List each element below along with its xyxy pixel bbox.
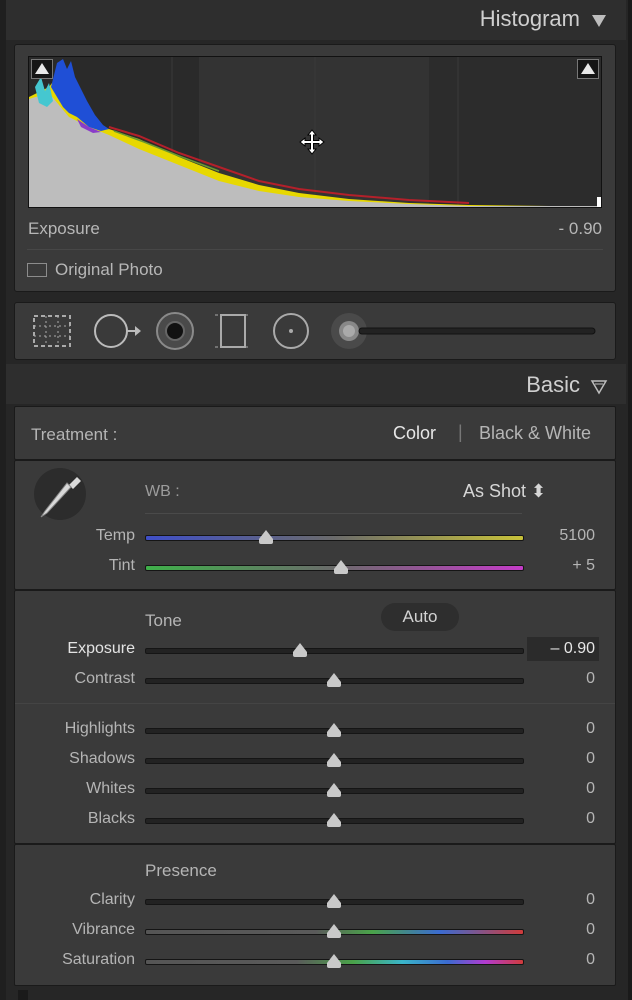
- temp-value[interactable]: 5100: [525, 527, 595, 545]
- exposure-value: – 0.90: [550, 640, 595, 657]
- graduated-filter-icon[interactable]: [213, 311, 253, 351]
- exposure-readout-label: Exposure: [28, 219, 100, 238]
- treatment-label: Treatment :: [31, 425, 118, 444]
- histogram-graph[interactable]: [28, 56, 602, 208]
- clarity-value[interactable]: 0: [525, 891, 595, 909]
- divider: [15, 703, 615, 704]
- panel-scrollbar[interactable]: [628, 0, 632, 1000]
- highlights-slider-thumb[interactable]: [326, 723, 341, 737]
- basic-title: Basic: [526, 372, 580, 397]
- treatment-section: Treatment : Color | Black & White: [14, 406, 616, 460]
- divider: [27, 249, 603, 250]
- panel-bottom-marker: [18, 990, 28, 1000]
- blacks-label: Blacks: [87, 810, 135, 827]
- adjustment-brush-icon[interactable]: [329, 311, 605, 351]
- tone-section: Tone Auto Exposure – 0.90 Contrast 0 Hig…: [14, 590, 616, 844]
- divider: [145, 513, 522, 514]
- auto-tone-button[interactable]: Auto: [381, 603, 459, 631]
- shadows-slider-thumb[interactable]: [326, 753, 341, 767]
- red-eye-icon[interactable]: [155, 311, 195, 351]
- clipping-triangle-icon: [35, 63, 49, 74]
- collapse-triangle-icon[interactable]: [590, 378, 608, 396]
- highlight-clipping-button[interactable]: [577, 59, 599, 79]
- blacks-value[interactable]: 0: [525, 810, 595, 828]
- auto-tone-label: Auto: [402, 607, 438, 626]
- collapse-triangle-icon[interactable]: [590, 12, 608, 30]
- saturation-label: Saturation: [62, 951, 135, 968]
- clarity-slider-thumb[interactable]: [326, 894, 341, 908]
- crop-overlay-icon[interactable]: [31, 313, 73, 349]
- treatment-divider: |: [458, 422, 463, 442]
- temp-slider-thumb[interactable]: [258, 530, 273, 544]
- contrast-value[interactable]: 0: [525, 670, 595, 688]
- white-balance-section: WB : As Shot ⬍ Temp 5100 Tint + 5: [14, 460, 616, 590]
- highlights-value[interactable]: 0: [525, 720, 595, 738]
- presence-label: Presence: [145, 861, 217, 880]
- highlights-label: Highlights: [64, 720, 135, 737]
- exposure-slider-thumb[interactable]: [292, 643, 307, 657]
- contrast-label: Contrast: [74, 670, 135, 687]
- exposure-label: Exposure: [67, 640, 135, 657]
- vibrance-slider-thumb[interactable]: [326, 924, 341, 938]
- left-edge: [0, 0, 6, 1000]
- tone-label: Tone: [145, 611, 182, 630]
- blacks-slider-thumb[interactable]: [326, 813, 341, 827]
- shadows-value[interactable]: 0: [525, 750, 595, 768]
- shadow-clipping-button[interactable]: [31, 59, 53, 79]
- wb-dropdown[interactable]: As Shot ⬍: [463, 481, 546, 502]
- tint-label: Tint: [108, 557, 135, 574]
- wb-label: WB :: [145, 483, 180, 500]
- whites-value[interactable]: 0: [525, 780, 595, 798]
- vibrance-value[interactable]: 0: [525, 921, 595, 939]
- clipping-triangle-icon: [581, 63, 595, 74]
- saturation-value[interactable]: 0: [525, 951, 595, 969]
- original-photo-checkbox[interactable]: [27, 263, 47, 277]
- histogram-panel: Exposure - 0.90 Original Photo: [14, 44, 616, 292]
- original-photo-label: Original Photo: [55, 260, 163, 279]
- temp-label: Temp: [95, 527, 135, 544]
- spot-removal-icon[interactable]: [93, 311, 143, 351]
- exposure-readout-value: - 0.90: [558, 219, 602, 238]
- histogram-title: Histogram: [479, 6, 580, 31]
- tool-strip: [14, 302, 616, 360]
- basic-header[interactable]: Basic: [6, 364, 626, 404]
- radial-filter-icon[interactable]: [271, 311, 311, 351]
- whites-label: Whites: [86, 780, 135, 797]
- move-cursor-icon: [299, 129, 325, 155]
- contrast-slider-thumb[interactable]: [326, 673, 341, 687]
- exposure-slider-track[interactable]: [145, 648, 524, 654]
- treatment-color-option[interactable]: Color: [393, 423, 436, 444]
- presence-section: Presence Clarity 0 Vibrance 0 Saturation…: [14, 844, 616, 986]
- vibrance-label: Vibrance: [72, 921, 135, 938]
- clarity-label: Clarity: [89, 891, 135, 908]
- white-balance-eyedropper-icon[interactable]: [33, 467, 87, 521]
- saturation-slider-thumb[interactable]: [326, 954, 341, 968]
- tint-value[interactable]: + 5: [525, 557, 595, 575]
- treatment-bw-option[interactable]: Black & White: [479, 423, 591, 444]
- histogram-header[interactable]: Histogram: [6, 0, 626, 40]
- tint-slider-thumb[interactable]: [334, 560, 349, 574]
- temp-slider-track[interactable]: [145, 535, 524, 541]
- exposure-value-field[interactable]: – 0.90: [527, 637, 599, 661]
- whites-slider-thumb[interactable]: [326, 783, 341, 797]
- shadows-label: Shadows: [69, 750, 135, 767]
